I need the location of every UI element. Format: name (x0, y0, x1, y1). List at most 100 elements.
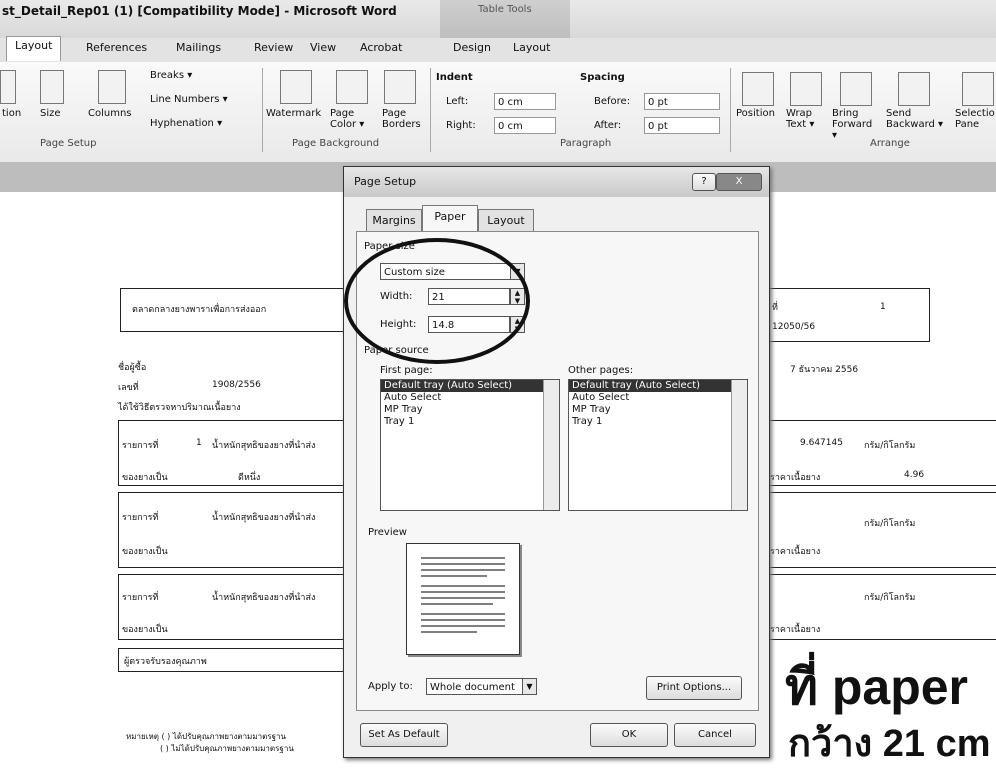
orientation-label: tion (2, 108, 22, 119)
tab-design[interactable]: Design (453, 41, 491, 54)
spacing-before-input[interactable]: 0 pt (644, 93, 720, 110)
set-as-default-button[interactable]: Set As Default (360, 723, 448, 747)
page-setup-group-label: Page Setup (40, 138, 97, 149)
ok-button[interactable]: OK (590, 723, 668, 747)
page-borders-icon[interactable] (384, 70, 416, 104)
bring-forward-label: Bring Forward ▾ (832, 108, 873, 141)
list-item[interactable]: Default tray (Auto Select) (569, 380, 747, 392)
bring-forward-icon[interactable] (840, 72, 872, 106)
indent-heading: Indent (436, 72, 473, 83)
indent-right-input[interactable]: 0 cm (494, 117, 556, 134)
close-button[interactable]: X (716, 173, 762, 191)
note-line-2: ( ) ไม่ได้ปรับคุณภาพยางตามมาตรฐาน (160, 744, 294, 753)
item2-type: ของยางเป็น (122, 547, 168, 557)
send-backward-icon[interactable] (898, 72, 930, 106)
scrollbar[interactable] (543, 380, 559, 510)
scrollbar[interactable] (731, 380, 747, 510)
spacing-after-input[interactable]: 0 pt (644, 117, 720, 134)
contextual-group-title: Table Tools (478, 4, 532, 15)
ribbon-separator (730, 68, 731, 152)
preview-heading: Preview (368, 527, 407, 538)
list-item[interactable]: Tray 1 (569, 416, 747, 428)
tab-references[interactable]: References (86, 41, 147, 54)
tab-layout[interactable]: Layout (6, 36, 62, 61)
overlay-caption-line2: กว้าง 21 cm (788, 723, 991, 765)
page-background-group-label: Page Background (292, 138, 380, 149)
first-page-label: First page: (380, 365, 433, 376)
hyphenation-button[interactable]: Hyphenation ▾ (150, 118, 222, 129)
paragraph-group-label: Paragraph (560, 138, 612, 149)
orientation-icon[interactable] (0, 70, 16, 104)
list-item[interactable]: Tray 1 (381, 416, 559, 428)
list-item[interactable]: Default tray (Auto Select) (381, 380, 559, 392)
item3-weight: น้ำหนักสุทธิของยางที่นำส่ง (212, 593, 316, 603)
list-item[interactable]: Auto Select (381, 392, 559, 404)
page-borders-label: Page Borders (382, 108, 421, 130)
tab-acrobat[interactable]: Acrobat (360, 41, 402, 54)
indent-left-input[interactable]: 0 cm (494, 93, 556, 110)
first-page-list[interactable]: Default tray (Auto Select) Auto Select M… (380, 379, 560, 511)
tab-layout[interactable]: Layout (478, 209, 534, 233)
tab-paper[interactable]: Paper (422, 205, 478, 233)
number-value: 1908/2556 (212, 380, 261, 390)
item1-label: รายการที่ (122, 441, 159, 451)
right-value2: 4.96 (904, 470, 925, 480)
item1-type: ของยางเป็น (122, 473, 168, 483)
tab-table-layout[interactable]: Layout (513, 41, 550, 54)
right-ref: 12050/56 (772, 322, 816, 332)
item2-weight: น้ำหนักสุทธิของยางที่นำส่ง (212, 513, 316, 523)
item3-label: รายการที่ (122, 593, 159, 603)
buyer-label: ชื่อผู้ซื้อ (118, 363, 147, 373)
line-numbers-button[interactable]: Line Numbers ▾ (150, 94, 228, 105)
tab-mailings[interactable]: Mailings (176, 41, 221, 54)
size-icon[interactable] (40, 70, 64, 104)
position-icon[interactable] (742, 72, 774, 106)
list-item[interactable]: Auto Select (569, 392, 747, 404)
tab-view[interactable]: View (310, 41, 336, 54)
print-options-button[interactable]: Print Options... (646, 676, 742, 700)
watermark-icon[interactable] (280, 70, 312, 104)
item3-type: ของยางเป็น (122, 625, 168, 635)
apply-to-select[interactable]: Whole document (426, 678, 536, 695)
right-row-label-3: ราคาเนื้อยาง (770, 625, 821, 635)
tab-margins[interactable]: Margins (366, 209, 422, 233)
arrange-group-label: Arrange (870, 138, 910, 149)
right-unit2: กรัม/กิโลกรัม (864, 519, 916, 529)
right-label-top: ที่ (772, 303, 778, 313)
selection-pane-label: Selection Pane (955, 108, 995, 130)
list-item[interactable]: MP Tray (569, 404, 747, 416)
indent-left-label: Left: (446, 96, 469, 107)
item1-grade: ดีหนึ่ง (238, 473, 261, 483)
highlight-ellipse (344, 238, 530, 364)
size-label: Size (40, 108, 61, 119)
columns-icon[interactable] (98, 70, 126, 104)
breaks-button[interactable]: Breaks ▾ (150, 70, 192, 81)
right-number: 1 (880, 302, 886, 312)
ribbon-tab-row (0, 38, 996, 63)
page-preview (406, 543, 520, 655)
list-item[interactable]: MP Tray (381, 404, 559, 416)
spacing-heading: Spacing (580, 72, 625, 83)
spacing-after-label: After: (594, 120, 622, 131)
apply-to-dropdown-icon[interactable]: ▼ (522, 678, 537, 695)
wrap-text-label: Wrap Text ▾ (786, 108, 815, 130)
method-text: ได้ใช้วิธีตรวจหาปริมาณเนื้อยาง (118, 403, 241, 413)
page-color-label: Page Color ▾ (330, 108, 365, 130)
form-header-text: ตลาดกลางยางพาราเพื่อการส่งออก (132, 305, 267, 315)
position-label: Position (736, 108, 775, 119)
right-row-label: ราคาเนื้อยาง (770, 473, 821, 483)
item1-number: 1 (196, 438, 202, 448)
help-button[interactable]: ? (692, 173, 716, 191)
right-row-label-2: ราคาเนื้อยาง (770, 547, 821, 557)
tab-review[interactable]: Review (254, 41, 293, 54)
page-color-icon[interactable] (336, 70, 368, 104)
wrap-text-icon[interactable] (790, 72, 822, 106)
cancel-button[interactable]: Cancel (674, 723, 756, 747)
right-date: 7 ธันวาคม 2556 (790, 365, 859, 375)
selection-pane-icon[interactable] (962, 72, 994, 106)
dialog-title: Page Setup (354, 175, 417, 188)
other-pages-label: Other pages: (568, 365, 634, 376)
other-pages-list[interactable]: Default tray (Auto Select) Auto Select M… (568, 379, 748, 511)
spacing-before-label: Before: (594, 96, 631, 107)
footer-text: ผู้ตรวจรับรองคุณภาพ (124, 657, 207, 667)
